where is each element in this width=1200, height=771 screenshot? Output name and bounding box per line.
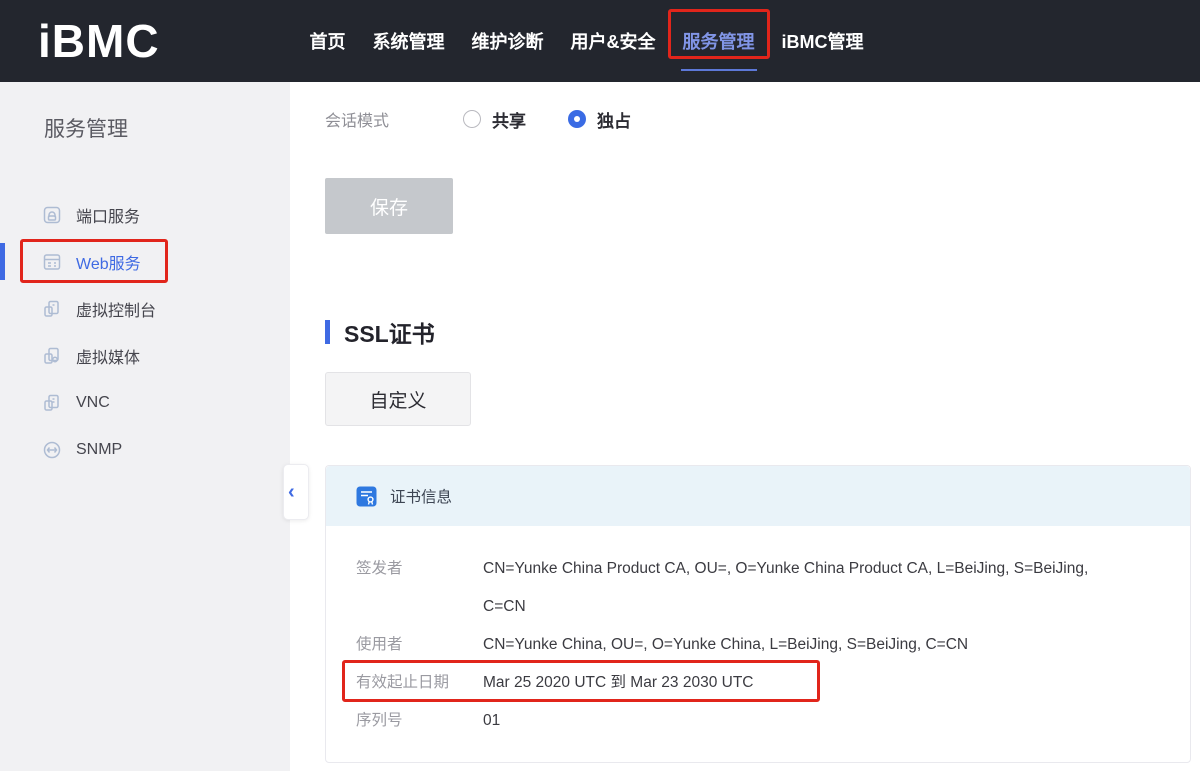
- cert-row-label: 有效起止日期: [356, 664, 483, 702]
- top-bar: iBMC 首页 系统管理 维护诊断 用户&安全 服务管理 iBMC管理: [0, 0, 1200, 82]
- cert-row-value: CN=Yunke China, OU=, O=Yunke China, L=Be…: [483, 626, 968, 664]
- nav-item-user-security[interactable]: 用户&安全: [571, 0, 656, 82]
- sidebar-item-virtual-media[interactable]: 虚拟媒体: [0, 332, 290, 379]
- cert-row-label: 使用者: [356, 626, 483, 664]
- nav-item-label: 首页: [310, 28, 346, 54]
- cert-row-issuer: 签发者 CN=Yunke China Product CA, OU=, O=Yu…: [356, 550, 1160, 626]
- nav-item-ibmc-management[interactable]: iBMC管理: [782, 0, 864, 82]
- radio-shared[interactable]: 共享: [463, 107, 526, 132]
- radio-unchecked-icon[interactable]: [463, 110, 481, 128]
- virtual-console-icon: [42, 299, 62, 319]
- certificate-panel-header: 证书信息: [326, 466, 1190, 526]
- active-nav-underline: [681, 69, 757, 71]
- session-mode-label: 会话模式: [325, 107, 445, 131]
- main-nav: 首页 系统管理 维护诊断 用户&安全 服务管理 iBMC管理: [310, 0, 864, 82]
- cert-row-value: CN=Yunke China Product CA, OU=, O=Yunke …: [483, 550, 1103, 626]
- certificate-panel-body: 签发者 CN=Yunke China Product CA, OU=, O=Yu…: [326, 526, 1190, 762]
- nav-item-maintenance-diagnosis[interactable]: 维护诊断: [472, 0, 544, 82]
- snmp-icon: [42, 440, 62, 460]
- sidebar-item-label: SNMP: [76, 441, 122, 459]
- sidebar-item-port-service[interactable]: 端口服务: [0, 191, 290, 238]
- virtual-media-icon: [42, 346, 62, 366]
- sidebar-title: 服务管理: [44, 113, 290, 143]
- radio-label: 共享: [492, 107, 526, 132]
- nav-item-label: iBMC管理: [782, 28, 864, 54]
- sidebar-item-web-service[interactable]: Web服务: [0, 238, 290, 285]
- section-accent-bar: [325, 320, 330, 344]
- radio-label: 独占: [597, 107, 631, 132]
- vnc-icon: [42, 393, 62, 413]
- ibmc-logo: iBMC: [38, 14, 160, 68]
- session-mode-row: 会话模式 共享 独占: [325, 108, 1200, 130]
- nav-item-system-management[interactable]: 系统管理: [373, 0, 445, 82]
- section-title-text: SSL证书: [344, 315, 435, 349]
- certificate-info-panel: 证书信息 签发者 CN=Yunke China Product CA, OU=,…: [325, 465, 1191, 763]
- cert-row-label: 序列号: [356, 702, 483, 740]
- nav-item-label: 服务管理: [683, 28, 755, 54]
- web-service-icon: [42, 252, 62, 272]
- sidebar-item-label: Web服务: [76, 250, 141, 274]
- certificate-icon: [356, 486, 377, 507]
- sidebar-item-virtual-console[interactable]: 虚拟控制台: [0, 285, 290, 332]
- ssl-section-title: SSL证书: [325, 318, 1200, 346]
- radio-exclusive[interactable]: 独占: [568, 107, 631, 132]
- sidebar-item-label: 虚拟控制台: [76, 297, 156, 321]
- sidebar-item-label: 端口服务: [76, 203, 140, 227]
- page-body: 服务管理 端口服务 Web服务 虚拟控制台: [0, 82, 1200, 771]
- cert-row-serial-number: 序列号 01: [356, 702, 1160, 740]
- nav-item-label: 系统管理: [373, 28, 445, 54]
- session-mode-radio-group: 共享 独占: [463, 107, 631, 132]
- cert-row-label: 签发者: [356, 550, 483, 626]
- sidebar-menu: 端口服务 Web服务 虚拟控制台 虚拟媒体: [0, 191, 290, 473]
- sidebar: 服务管理 端口服务 Web服务 虚拟控制台: [0, 82, 290, 771]
- cert-row-validity-period: 有效起止日期 Mar 25 2020 UTC 到 Mar 23 2030 UTC: [356, 664, 1160, 702]
- cert-row-value: 01: [483, 702, 500, 740]
- sidebar-item-label: VNC: [76, 394, 110, 412]
- nav-item-label: 维护诊断: [472, 28, 544, 54]
- radio-checked-icon[interactable]: [568, 110, 586, 128]
- sidebar-collapse-toggle[interactable]: ‹: [283, 464, 309, 520]
- nav-item-label: 用户&安全: [571, 28, 656, 54]
- nav-item-service-management[interactable]: 服务管理: [683, 0, 755, 82]
- sidebar-item-vnc[interactable]: VNC: [0, 379, 290, 426]
- nav-item-home[interactable]: 首页: [310, 0, 346, 82]
- port-service-icon: [42, 205, 62, 225]
- sidebar-item-label: 虚拟媒体: [76, 344, 140, 368]
- cert-row-subject: 使用者 CN=Yunke China, OU=, O=Yunke China, …: [356, 626, 1160, 664]
- save-button[interactable]: 保存: [325, 178, 453, 234]
- cert-row-value: Mar 25 2020 UTC 到 Mar 23 2030 UTC: [483, 664, 754, 702]
- main-content: 会话模式 共享 独占 保存 SSL证书 自定义: [290, 82, 1200, 771]
- certificate-panel-title: 证书信息: [390, 485, 452, 507]
- sidebar-item-snmp[interactable]: SNMP: [0, 426, 290, 473]
- customize-button[interactable]: 自定义: [325, 372, 471, 426]
- chevron-left-icon: ‹: [288, 481, 295, 504]
